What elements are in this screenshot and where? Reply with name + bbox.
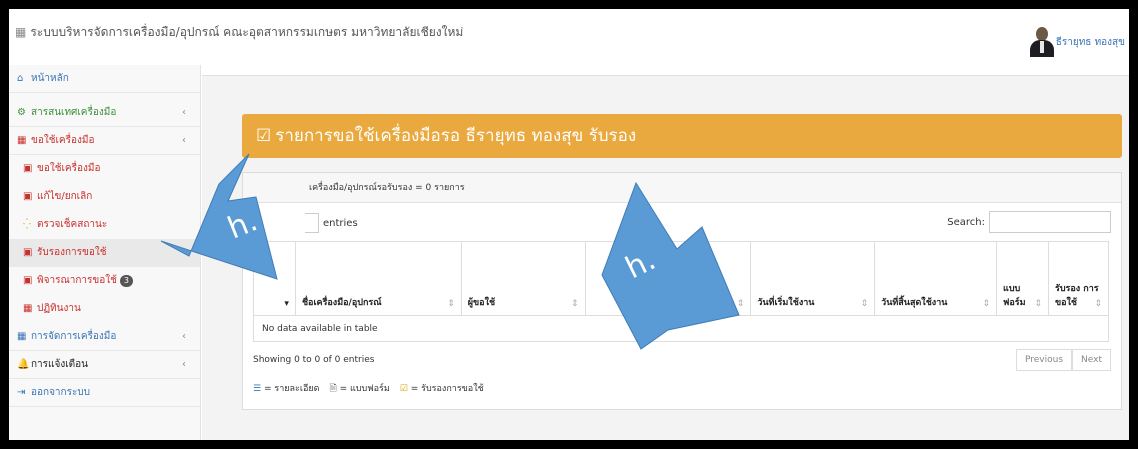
main-content: ☑ รายการขอใช้เครื่องมือรอ ธีรายุทธ ทองสุข… [202,75,1129,440]
user-menu[interactable]: ธีรายุทธ ทองสุข [1029,27,1125,57]
spinner-icon: ⁛ [23,219,31,230]
sort-icon: ⇕ [736,299,745,309]
calendar-edit-icon: ▣ [23,191,33,202]
app-title: ▦ ระบบบริหารจัดการเครื่องมือ/อุปกรณ์ คณะอ… [15,25,464,39]
requests-table: ▾ ชื่อเครื่องมือ/อุปกรณ์ ⇕ ผู้ขอใช้ ⇕ ⇕ วั… [253,241,1110,342]
chevron-left-icon: ‹ [182,107,186,118]
calendar-check-icon: ▣ [23,247,33,258]
column-header-requester[interactable]: ผู้ขอใช้ ⇕ [460,241,586,316]
legend-approve: ☑ = รับรองการขอใช้ [399,384,484,394]
sort-icon: ⇕ [571,299,579,309]
sort-desc-icon: ▾ [284,299,289,309]
search-input[interactable] [989,211,1111,233]
calendar-icon: ▦ [17,135,27,146]
home-icon: ⌂ [17,73,24,84]
page-length-select[interactable] [305,213,319,233]
sidebar-item-request-tools[interactable]: ▦ ขอใช้เครื่องมือ ‹ [9,127,200,155]
list-icon: ☰ [253,384,262,394]
sidebar-subitem-request[interactable]: ▣ ขอใช้เครื่องมือ [9,155,200,183]
legend-detail: ☰ = รายละเอียด [253,384,320,394]
table-row: No data available in table [253,315,1109,342]
sort-icon: ⇕ [1094,299,1102,309]
sort-icon: ⇕ [447,299,455,309]
sidebar-item-tool-info[interactable]: ⚙ สารสนเทศเครื่องมือ ‹ [9,99,200,127]
count-badge: 3 [119,275,133,287]
column-header-form[interactable]: แบบ ฟอร์ม ⇕ [996,241,1049,316]
sidebar-subitem-edit-cancel[interactable]: ▣ แก้ไข/ยกเลิก [9,183,200,211]
bell-icon: 🔔 [17,359,30,370]
icon-legend: ☰ = รายละเอียด 🗎 = แบบฟอร์ม ☑ = รับรองกา… [253,381,484,397]
column-header-index[interactable]: ▾ [253,241,296,316]
top-bar: ▦ ระบบบริหารจัดการเครื่องมือ/อุปกรณ์ คณะอ… [9,9,1129,69]
screenshot-frame: ▦ ระบบบริหารจัดการเครื่องมือ/อุปกรณ์ คณะอ… [6,6,1132,443]
next-button[interactable]: Next [1072,349,1111,371]
page-heading: ☑ รายการขอใช้เครื่องมือรอ ธีรายุทธ ทองสุข… [242,114,1122,158]
sidebar-item-home[interactable]: ⌂ หน้าหลัก [9,65,200,93]
legend-form: 🗎 = แบบฟอร์ม [329,384,390,394]
gears-icon: ⚙ [17,107,26,118]
sidebar-subitem-calendar[interactable]: ▦ ปฏิทินงาน [9,295,200,323]
grid-icon: ▦ [17,331,27,342]
logout-icon: ⇥ [17,387,26,398]
previous-button[interactable]: Previous [1015,349,1073,371]
calendar-check-icon: ☑ [399,384,408,394]
calendar-check-icon: ☑ [256,126,272,146]
calendar-icon: ▦ [23,303,33,314]
column-header-start-date[interactable]: วันที่เริ่มใช้งาน ⇕ [750,241,876,316]
grid-icon: ▦ [15,25,27,39]
sort-icon: ⇕ [982,299,991,309]
search-box: Search: [947,211,1111,233]
column-header-tool[interactable]: ชื่อเครื่องมือ/อุปกรณ์ ⇕ [294,241,462,316]
avatar [1029,27,1054,57]
sidebar-subitem-approve[interactable]: ▣ รับรองการขอใช้ [9,239,200,267]
chevron-left-icon: ‹ [182,359,186,370]
calendar-icon: ▣ [23,275,33,286]
sidebar: ⌂ หน้าหลัก ⚙ สารสนเทศเครื่องมือ ‹ ▦ ขอใช้เค… [9,65,201,440]
sort-icon: ⇕ [860,299,869,309]
empty-cell: No data available in table [253,315,1109,342]
page-length-control: entries [305,213,358,233]
user-name: ธีรายุทธ ทองสุข [1055,36,1125,48]
results-panel: เครื่องมือ/อุปกรณ์รอรับรอง = 0 รายการ en… [242,172,1122,410]
chevron-left-icon: ‹ [182,331,186,342]
table-info: Showing 0 to 0 of 0 entries [253,355,375,365]
sidebar-item-notifications[interactable]: 🔔 การแจ้งเตือน ‹ [9,351,200,379]
panel-title: เครื่องมือ/อุปกรณ์รอรับรอง = 0 รายการ [243,173,1121,203]
column-header-approve[interactable]: รับรอง การ ขอใช้ ⇕ [1047,241,1110,316]
sort-icon: ⇕ [1034,299,1042,309]
calendar-plus-icon: ▣ [23,163,33,174]
sidebar-item-tool-management[interactable]: ▦ การจัดการเครื่องมือ ‹ [9,323,200,351]
sidebar-item-logout[interactable]: ⇥ ออกจากระบบ [9,379,200,407]
pagination: Previous Next [1015,349,1111,371]
document-icon: 🗎 [329,384,337,394]
chevron-left-icon: ‹ [182,135,186,146]
column-header-end-date[interactable]: วันที่สิ้นสุดใช้งาน ⇕ [874,241,998,316]
sidebar-subitem-consider[interactable]: ▣ พิจารณาการขอใช้ 3 [9,267,200,295]
sidebar-subitem-check-status[interactable]: ⁛ ตรวจเช็คสถานะ [9,211,200,239]
column-header-purpose[interactable]: ⇕ [584,241,752,316]
